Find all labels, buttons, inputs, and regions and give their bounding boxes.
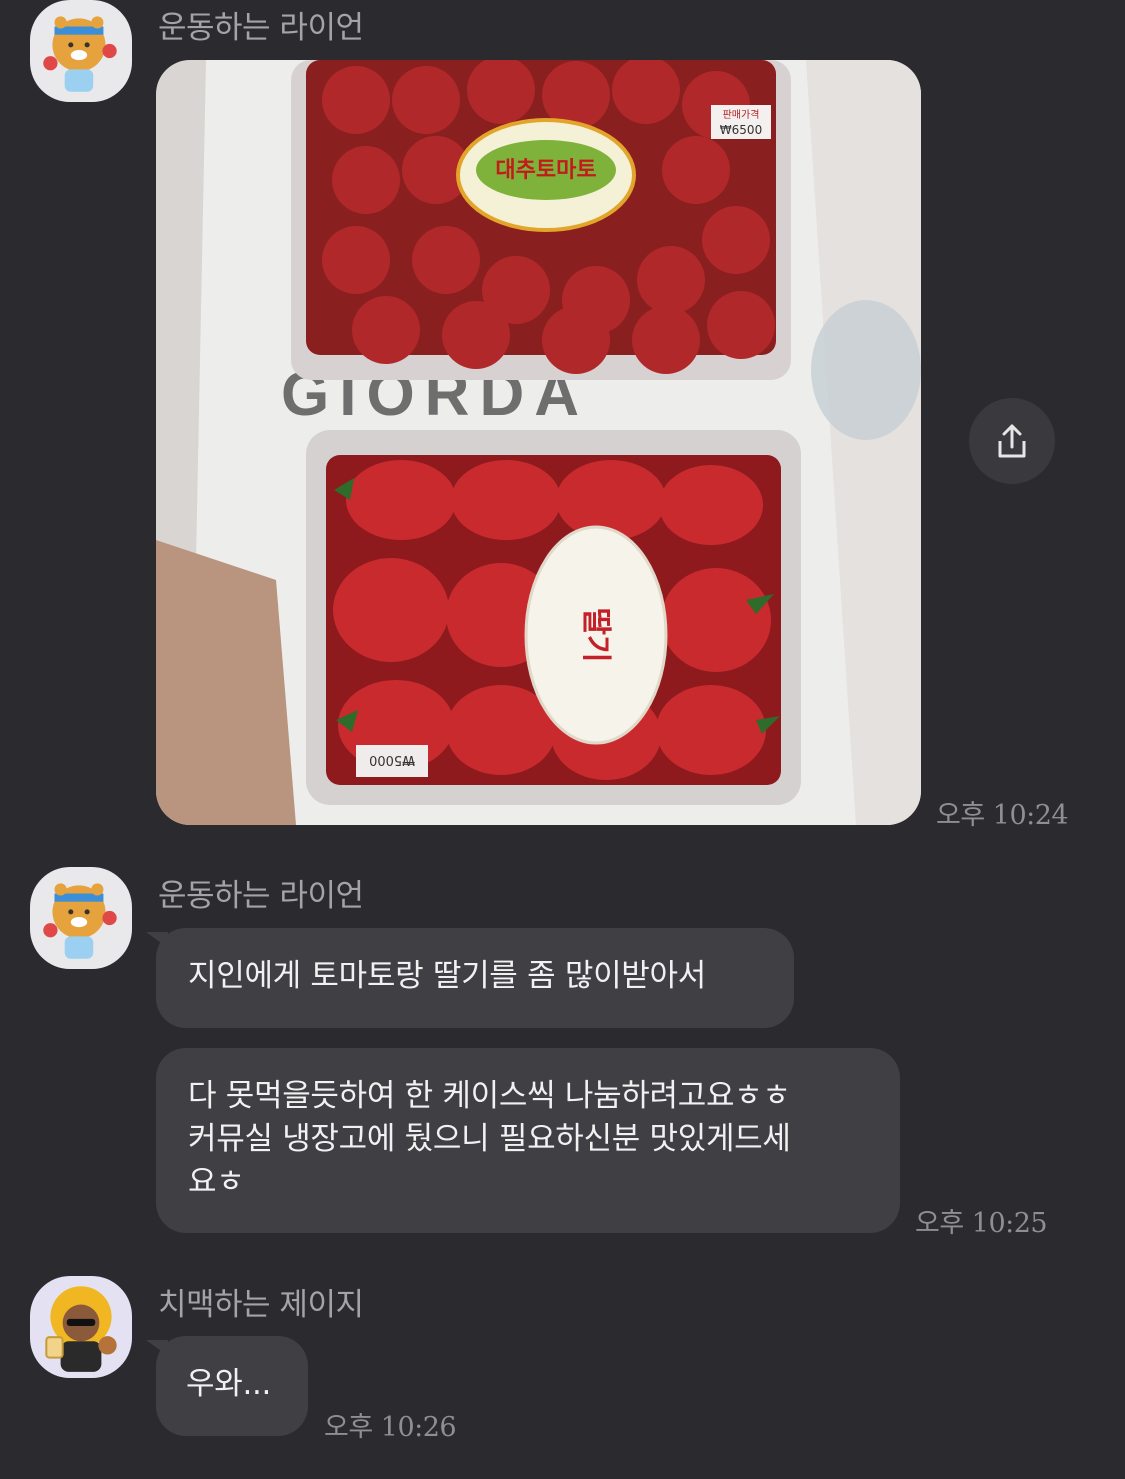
jayg-avatar[interactable]	[30, 1276, 132, 1378]
share-icon	[998, 424, 1026, 458]
tomato-strawberry-photo[interactable]: GIORDA 대추토마토 판매가격 ₩6500 딸기 ₩5000	[156, 60, 921, 825]
message-text: 다 못먹을듯하여 한 케이스씩 나눔하려고요ㅎㅎ	[188, 1078, 791, 1114]
tomato-price-tag: 판매가격	[723, 108, 760, 121]
message-time: 오후 10:24	[936, 800, 1069, 831]
jayg-avatar-icon	[30, 1276, 132, 1378]
message-text: 지인에게 토마토랑 딸기를 좀 많이받아서	[188, 958, 706, 994]
message-text: 요ㅎ	[188, 1164, 245, 1200]
ryan-avatar-icon	[30, 867, 132, 969]
message-time: 오후 10:25	[915, 1208, 1048, 1239]
message-bubble[interactable]: 우와...	[156, 1336, 308, 1436]
sender-name: 치맥하는 제이지	[158, 1287, 364, 1323]
ryan-avatar[interactable]	[30, 0, 132, 102]
share-button[interactable]	[969, 398, 1055, 484]
message-text: 커뮤실 냉장고에 뒀으니 필요하신분 맛있게드세	[188, 1121, 791, 1157]
ryan-avatar-icon	[30, 0, 132, 102]
message-bubble[interactable]: 다 못먹을듯하여 한 케이스씩 나눔하려고요ㅎㅎ 커뮤실 냉장고에 뒀으니 필요…	[156, 1048, 900, 1233]
tomato-label: 대추토마토	[495, 158, 596, 183]
strawberry-price: ₩5000	[369, 752, 415, 767]
ryan-avatar[interactable]	[30, 867, 132, 969]
sender-name: 운동하는 라이언	[158, 878, 364, 914]
message-text: 우와...	[186, 1366, 272, 1402]
strawberry-label: 딸기	[578, 607, 613, 662]
message-bubble[interactable]: 지인에게 토마토랑 딸기를 좀 많이받아서	[156, 928, 794, 1028]
message-time: 오후 10:26	[324, 1412, 457, 1443]
sender-name: 운동하는 라이언	[158, 10, 364, 46]
tomato-price: ₩6500	[720, 123, 762, 137]
